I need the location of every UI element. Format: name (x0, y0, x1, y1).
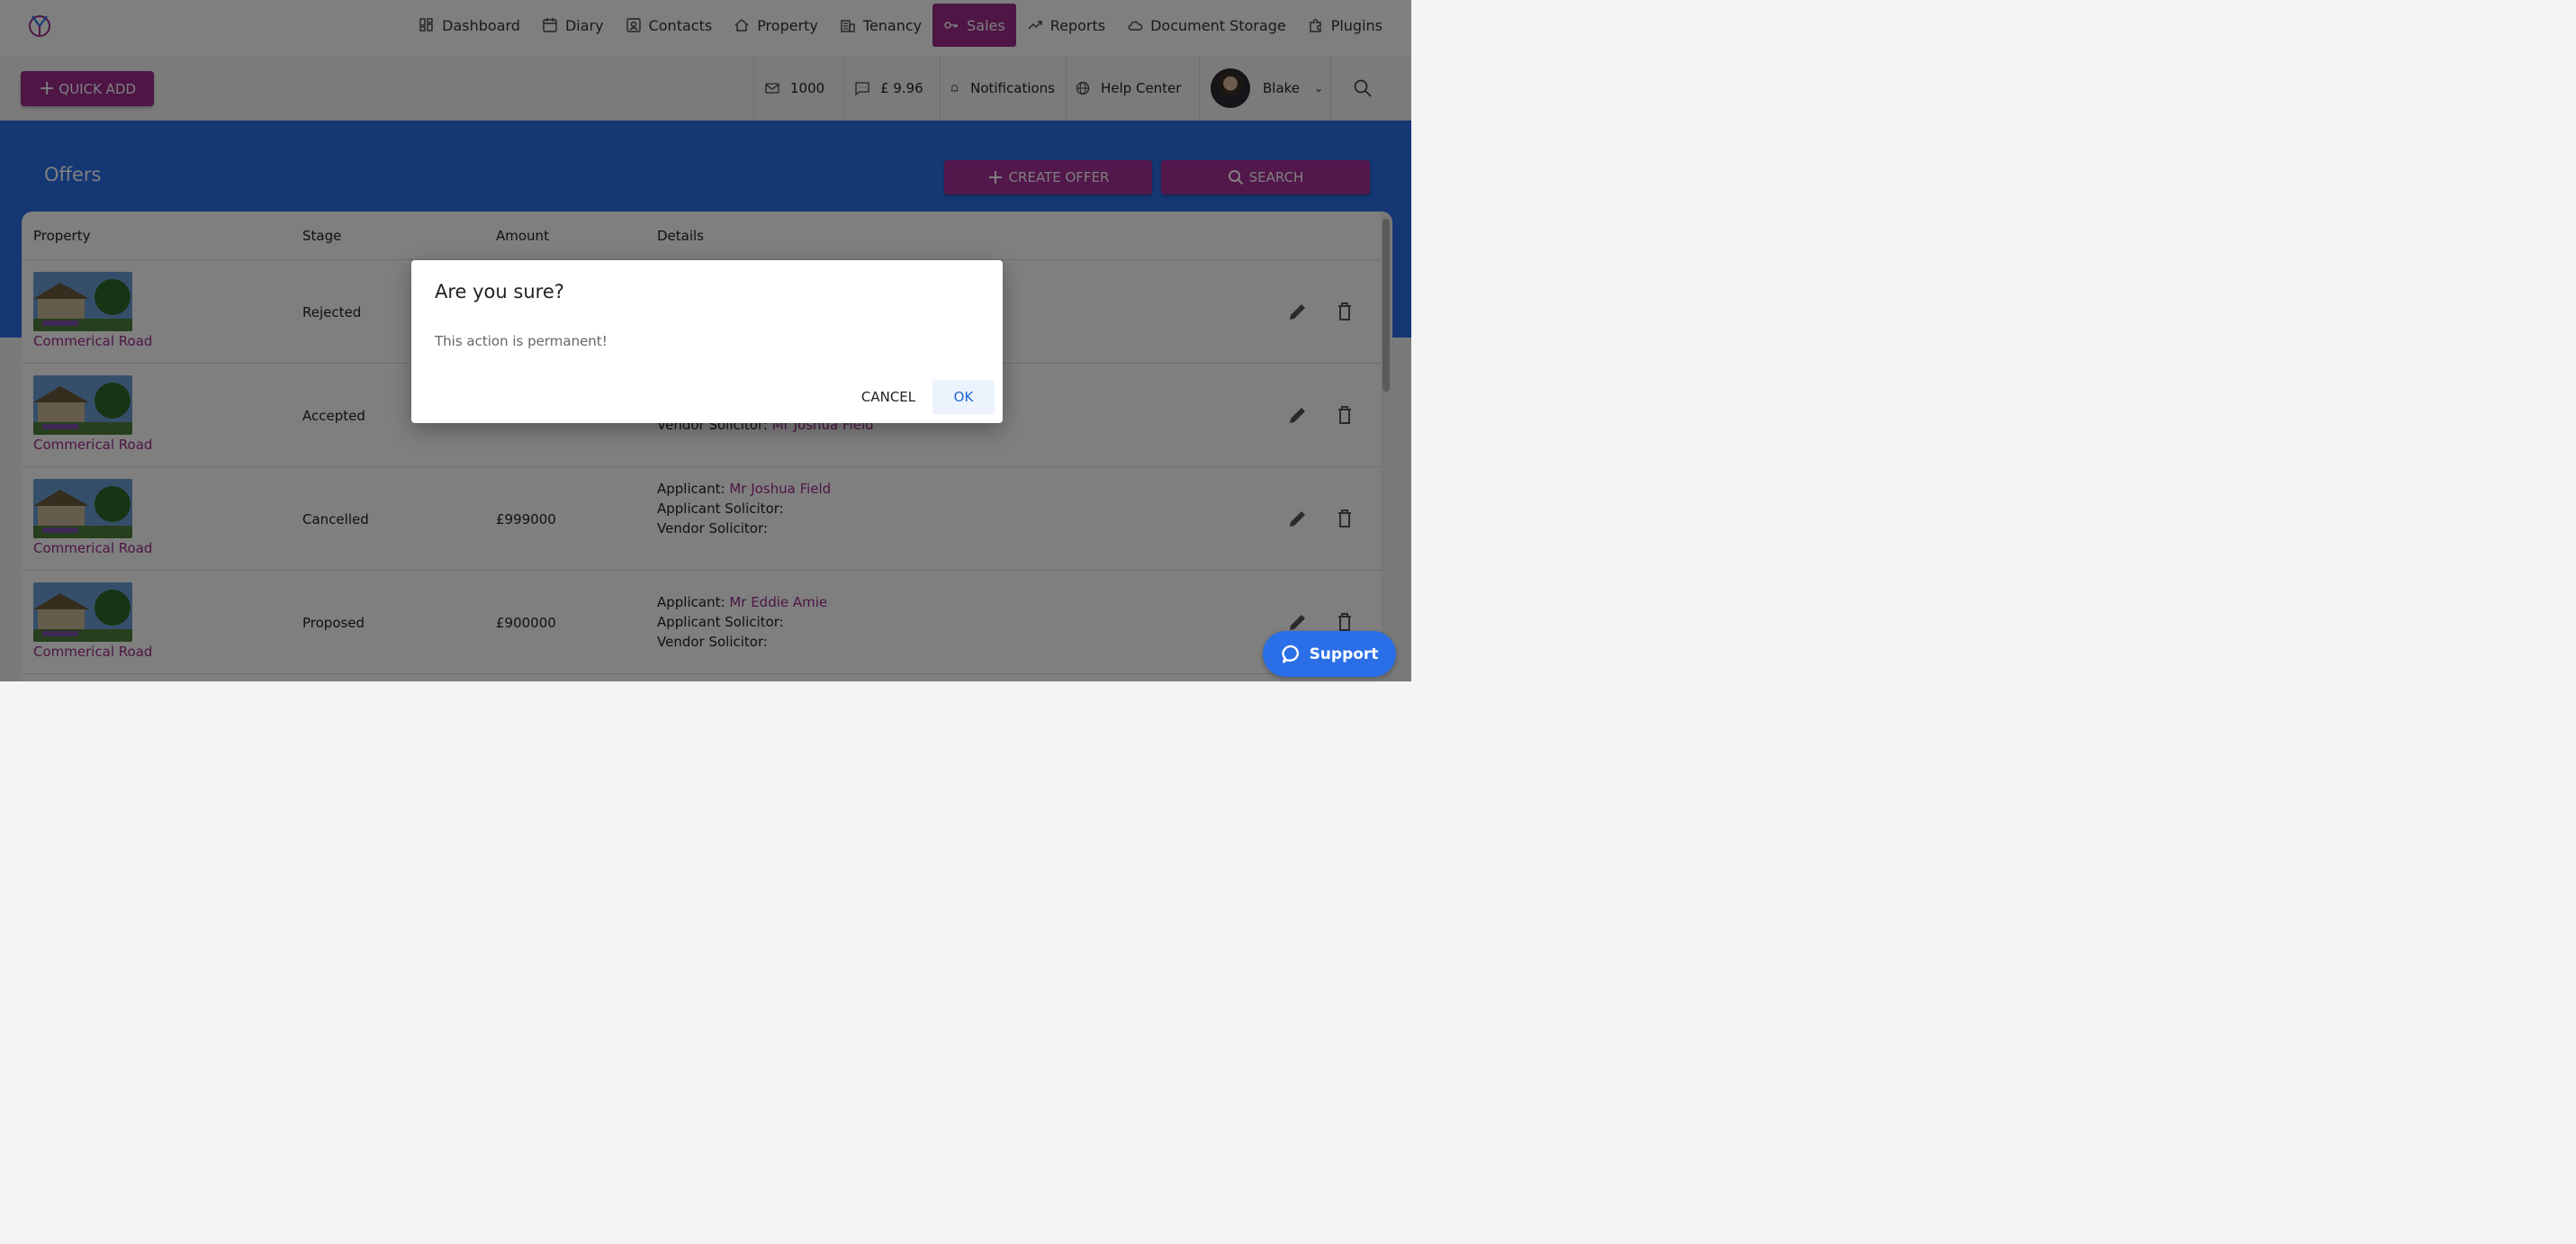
support-label: Support (1309, 645, 1379, 663)
confirm-dialog: Are you sure? This action is permanent! … (411, 260, 1003, 423)
chat-bubble-icon (1281, 645, 1299, 663)
ok-button[interactable]: OK (932, 380, 995, 414)
dialog-message: This action is permanent! (435, 333, 608, 349)
cancel-button[interactable]: CANCEL (850, 380, 927, 414)
dialog-title: Are you sure? (435, 281, 564, 302)
support-button[interactable]: Support (1263, 631, 1396, 677)
